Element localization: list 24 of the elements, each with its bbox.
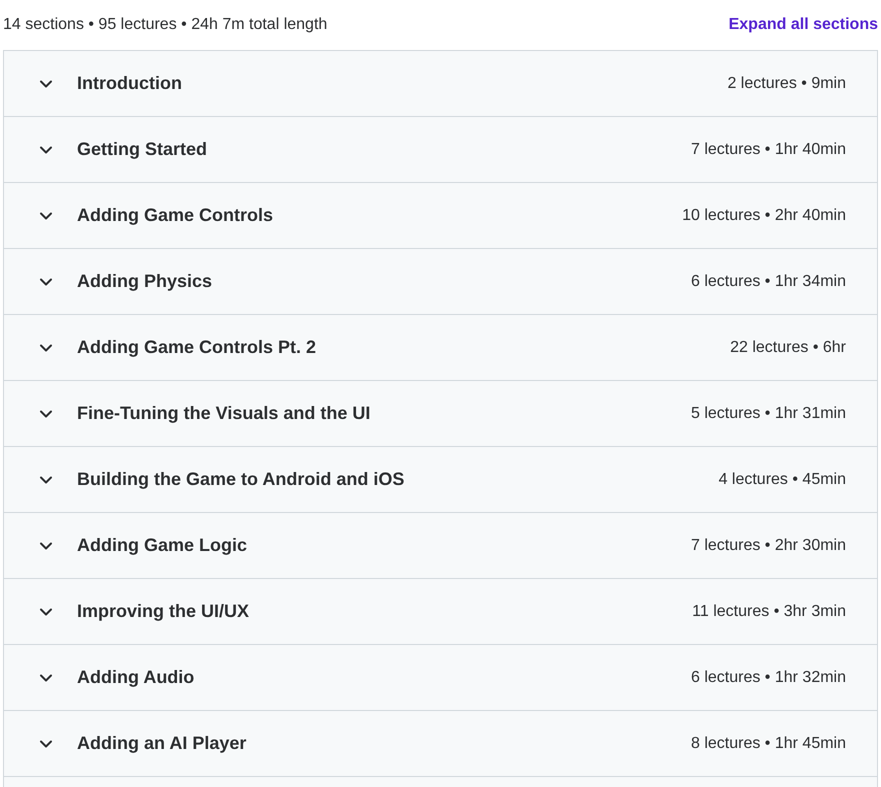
section-meta: 2 lectures • 9min bbox=[727, 74, 846, 92]
section-title: Improving the UI/UX bbox=[77, 601, 250, 622]
section-title: Getting Started bbox=[77, 139, 208, 160]
section-title: Adding Game Logic bbox=[77, 535, 248, 556]
section-title: Adding Game Controls Pt. 2 bbox=[77, 337, 318, 358]
section-meta: 8 lectures • 1hr 45min bbox=[690, 734, 846, 752]
course-summary: 14 sections • 95 lectures • 24h 7m total length bbox=[3, 16, 328, 34]
section-meta: 10 lectures • 2hr 40min bbox=[682, 206, 846, 224]
section-title: Adding Physics bbox=[77, 271, 214, 292]
section-meta: 11 lectures • 3hr 3min bbox=[692, 602, 846, 620]
section-title: Fine-Tuning the Visuals and the UI bbox=[77, 403, 372, 424]
expand-all-link[interactable]: Expand all sections bbox=[728, 16, 878, 34]
section-meta: 7 lectures • 1hr 40min bbox=[690, 140, 846, 158]
section-title: Introduction bbox=[77, 73, 183, 94]
section-meta: 22 lectures • 6hr bbox=[730, 338, 846, 356]
section-meta: 5 lectures • 1hr 31min bbox=[690, 404, 846, 422]
section-meta: 6 lectures • 1hr 34min bbox=[690, 272, 846, 290]
section-meta: 4 lectures • 45min bbox=[718, 470, 846, 488]
section-title: Adding Game Controls bbox=[77, 205, 274, 226]
section-title: Adding Audio bbox=[77, 667, 196, 688]
section-title: Building the Game to Android and iOS bbox=[77, 469, 406, 490]
section-title: Adding an AI Player bbox=[77, 733, 248, 754]
section-meta: 6 lectures • 1hr 32min bbox=[690, 668, 846, 686]
section-meta: 7 lectures • 2hr 30min bbox=[690, 536, 846, 554]
